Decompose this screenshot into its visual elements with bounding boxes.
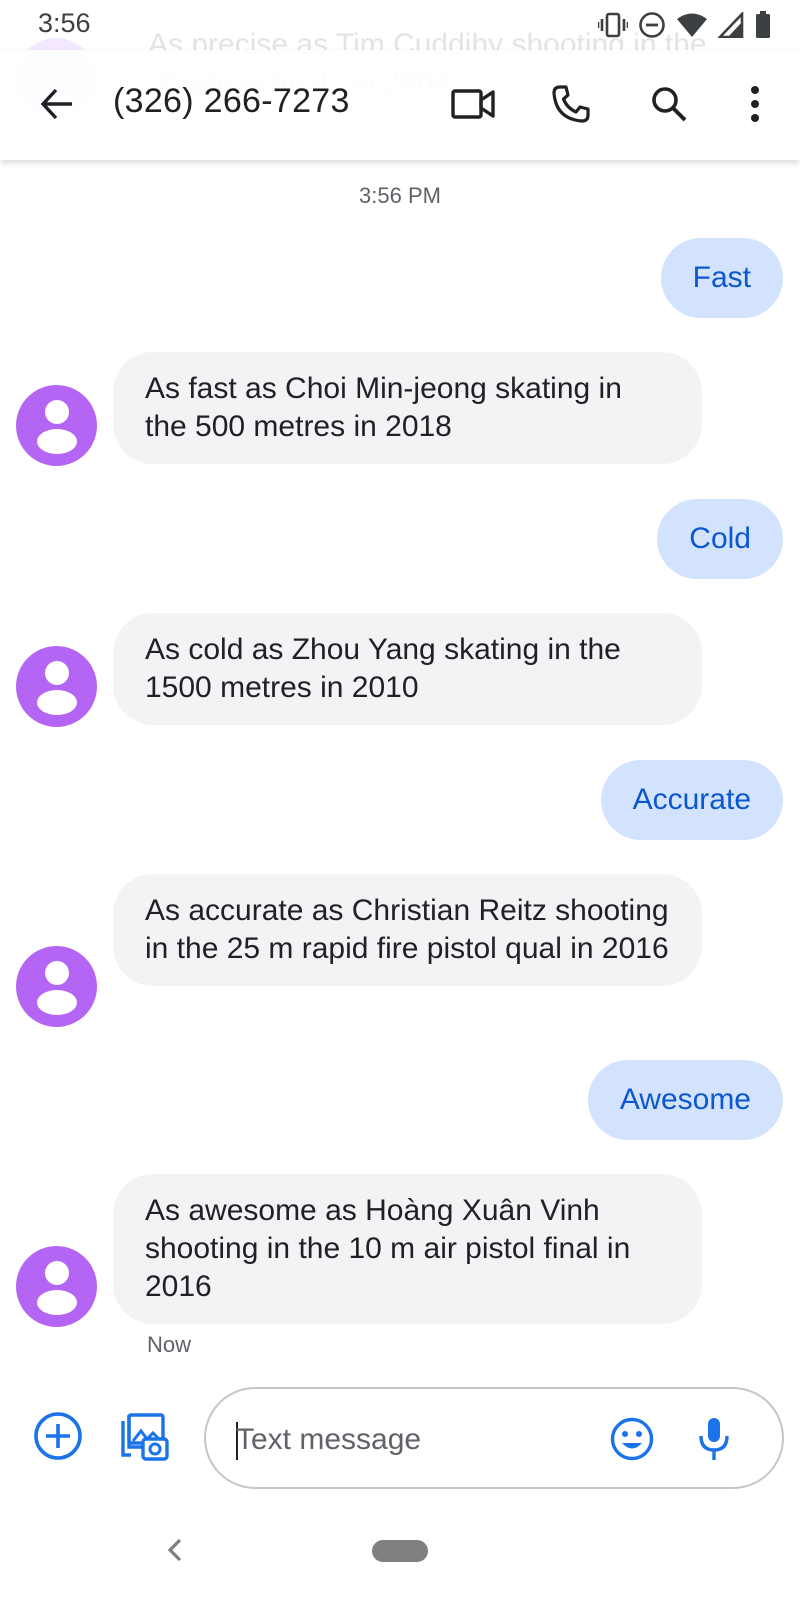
search-button[interactable]: [645, 80, 693, 128]
photo-camera-icon: [121, 1413, 169, 1461]
add-circle-icon: [34, 1412, 82, 1460]
phone-call-button[interactable]: [547, 80, 595, 128]
nav-back-button[interactable]: [162, 1530, 192, 1570]
message-input[interactable]: [236, 1415, 606, 1465]
incoming-message[interactable]: As fast as Choi Min-jeong skating in the…: [113, 352, 702, 464]
attach-button[interactable]: [33, 1411, 83, 1461]
phone-icon: [552, 85, 590, 123]
gallery-button[interactable]: [117, 1409, 171, 1463]
voice-input-button[interactable]: [690, 1413, 738, 1465]
conversation-timestamp: 3:56 PM: [359, 183, 441, 208]
message-time: Now: [147, 1332, 192, 1357]
video-call-button[interactable]: [449, 80, 497, 128]
avatar-body: [37, 990, 77, 1015]
avatar-body: [37, 429, 77, 454]
avatar-body: [37, 690, 77, 715]
nav-home-pill[interactable]: [372, 1540, 428, 1562]
arrow-back-icon: [40, 88, 72, 120]
message-text-field[interactable]: [204, 1387, 784, 1489]
emoji-button[interactable]: [608, 1415, 656, 1463]
incoming-message[interactable]: As cold as Zhou Yang skating in the 1500…: [113, 613, 702, 725]
search-icon: [652, 87, 687, 122]
avatar-body: [37, 1290, 77, 1315]
avatar-head: [45, 1261, 69, 1285]
more-options-button[interactable]: [731, 80, 779, 128]
contact-avatar[interactable]: [16, 385, 97, 466]
outgoing-message[interactable]: Accurate: [600, 760, 783, 840]
app-bar: (326) 266-7273: [0, 50, 800, 160]
contact-avatar[interactable]: [16, 946, 97, 1027]
incoming-message[interactable]: As awesome as Hoàng Xuân Vinh shooting i…: [113, 1174, 702, 1324]
back-button[interactable]: [33, 80, 81, 128]
microphone-icon: [699, 1418, 729, 1460]
avatar-head: [45, 961, 69, 985]
outgoing-message[interactable]: Fast: [660, 238, 783, 318]
outgoing-message[interactable]: Awesome: [587, 1060, 783, 1140]
outgoing-message[interactable]: Cold: [657, 499, 783, 579]
conversation-title: (326) 266-7273: [113, 82, 350, 120]
video-camera-icon: [451, 89, 495, 119]
contact-avatar[interactable]: [16, 646, 97, 727]
chevron-left-icon: [167, 1538, 182, 1562]
contact-avatar[interactable]: [16, 1246, 97, 1327]
more-vert-icon: [751, 86, 759, 122]
system-nav-bar: [0, 1500, 800, 1600]
incoming-message[interactable]: As accurate as Christian Reitz shooting …: [113, 874, 702, 986]
avatar-head: [45, 661, 69, 685]
emoji-icon: [610, 1417, 654, 1461]
avatar-head: [45, 400, 69, 424]
compose-bar: [0, 1375, 800, 1500]
